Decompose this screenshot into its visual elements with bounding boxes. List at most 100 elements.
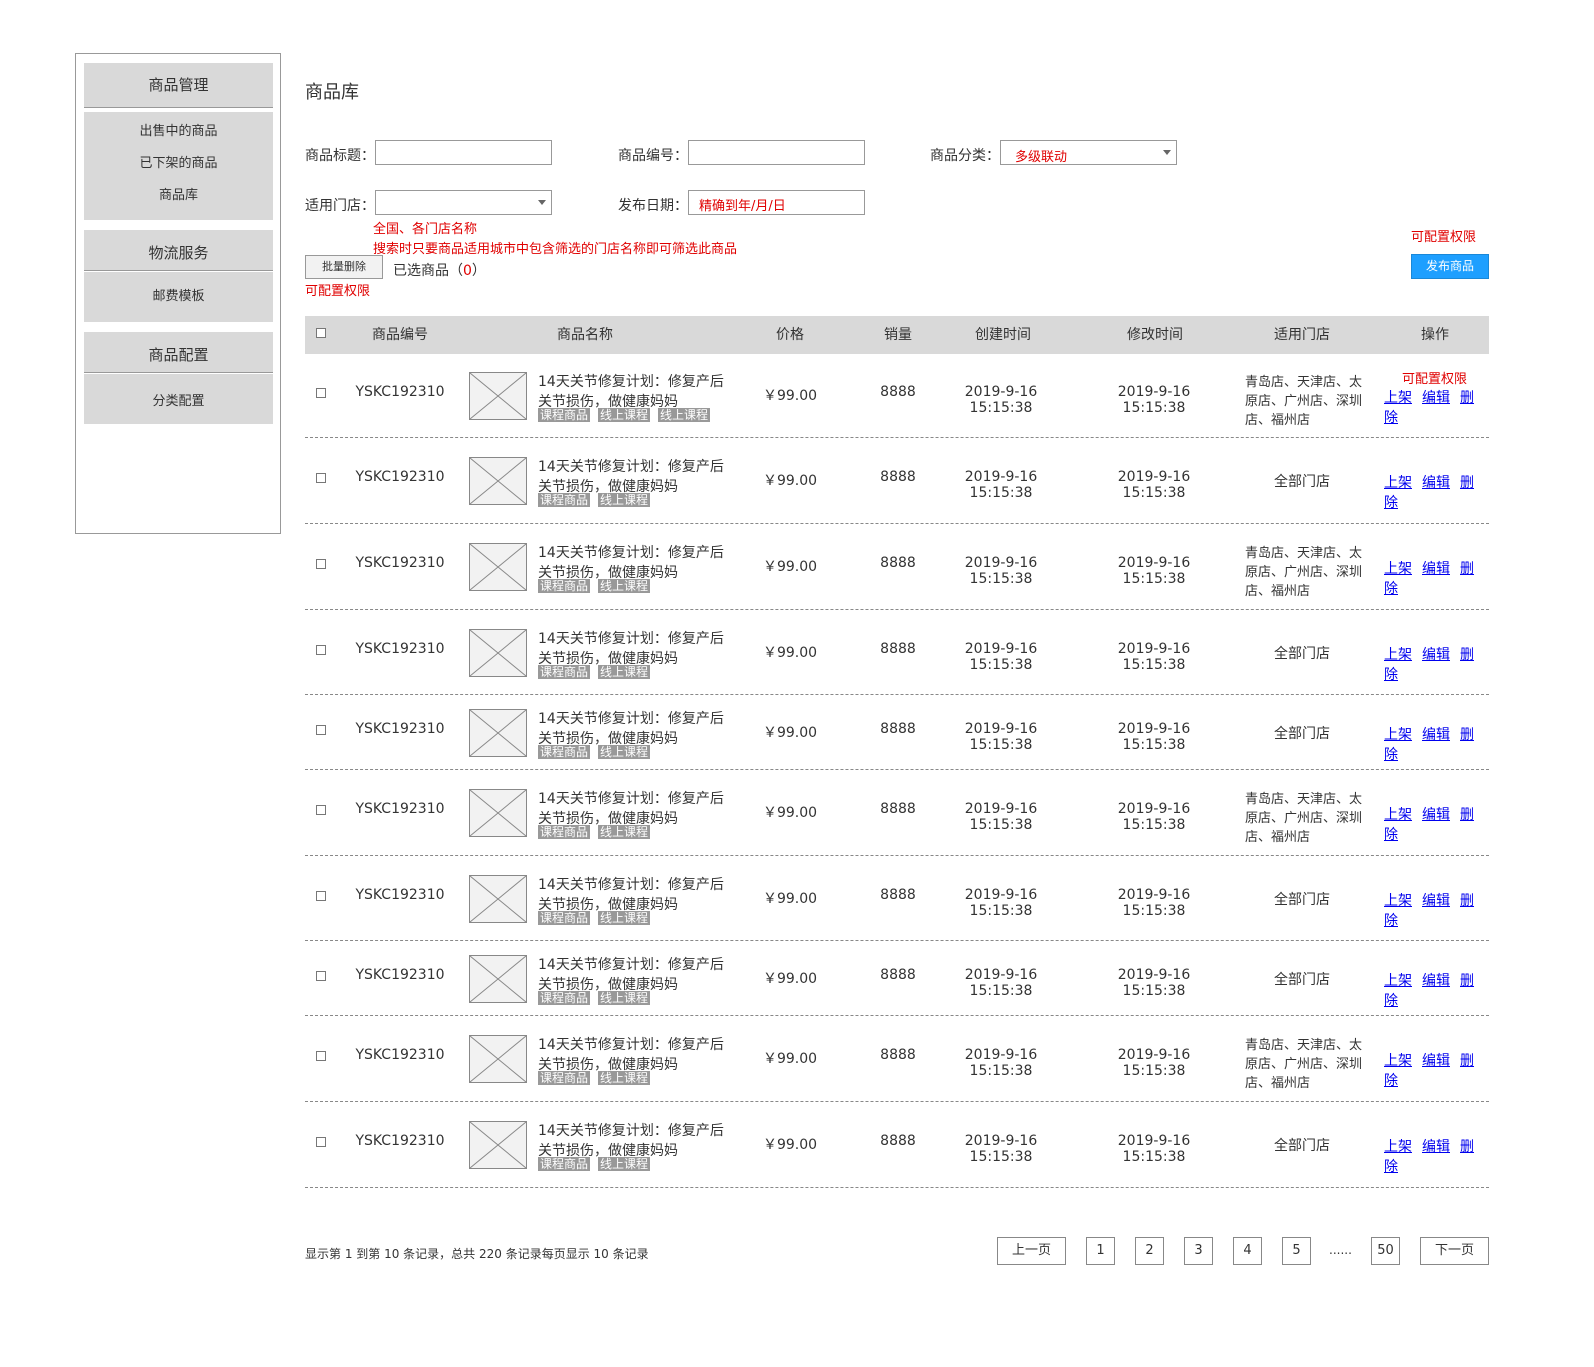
- edit-button[interactable]: 编辑: [1422, 807, 1450, 823]
- prev-page-button[interactable]: 上一页: [997, 1237, 1066, 1265]
- title-filter-label: 商品标题：: [305, 148, 375, 164]
- edit-button[interactable]: 编辑: [1422, 973, 1450, 989]
- row-checkbox[interactable]: [316, 473, 326, 483]
- sidebar-item-shipping-template[interactable]: 邮费模板: [84, 272, 273, 322]
- page-2-button[interactable]: 2: [1135, 1237, 1164, 1265]
- row-actions: 上架 编辑 删除: [1384, 472, 1489, 512]
- created-time: 2019-9-16 15:15:38: [964, 555, 1038, 587]
- store-filter-select[interactable]: [375, 190, 552, 215]
- batch-delete-button[interactable]: 批量删除: [305, 255, 383, 279]
- product-code: YSKC192310: [355, 966, 445, 983]
- category-filter-label: 商品分类：: [930, 148, 1000, 164]
- sidebar-item-on-sale[interactable]: 出售中的商品: [84, 116, 273, 148]
- edit-button[interactable]: 编辑: [1422, 727, 1450, 743]
- applicable-stores: 全部门店: [1274, 971, 1330, 988]
- product-tags: 课程商品 线上课程: [538, 825, 658, 840]
- product-name[interactable]: 14天关节修复计划：修复产后 关节损伤，做健康妈妈: [538, 1121, 728, 1161]
- list-button[interactable]: 上架: [1384, 893, 1412, 909]
- product-tags: 课程商品 线上课程: [538, 910, 658, 926]
- image-placeholder-icon: [470, 875, 526, 922]
- list-button[interactable]: 上架: [1384, 390, 1412, 406]
- product-code: YSKC192310: [355, 469, 445, 485]
- edit-button[interactable]: 编辑: [1422, 390, 1450, 406]
- edit-button[interactable]: 编辑: [1422, 893, 1450, 909]
- product-code: YSKC192310: [355, 384, 445, 400]
- product-image-placeholder: [469, 1035, 527, 1083]
- page-3-button[interactable]: 3: [1184, 1237, 1213, 1265]
- list-button[interactable]: 上架: [1384, 727, 1412, 743]
- header-code: 商品编号: [372, 327, 428, 343]
- product-name[interactable]: 14天关节修复计划：修复产后 关节损伤，做健康妈妈: [538, 875, 728, 915]
- next-page-button[interactable]: 下一页: [1420, 1237, 1489, 1265]
- row-checkbox[interactable]: [316, 805, 326, 815]
- product-name[interactable]: 14天关节修复计划：修复产后 关节损伤，做健康妈妈: [538, 372, 728, 412]
- row-checkbox[interactable]: [316, 388, 326, 398]
- publish-perm-note: 可配置权限: [1411, 230, 1477, 245]
- publish-button[interactable]: 发布商品: [1411, 254, 1489, 279]
- list-button[interactable]: 上架: [1384, 807, 1412, 823]
- product-price: ￥99.00: [762, 644, 818, 661]
- code-filter-label: 商品编号：: [618, 148, 688, 164]
- product-name-line-1: 14天关节修复计划：修复产后: [538, 1123, 724, 1139]
- product-code: YSKC192310: [355, 720, 445, 737]
- date-filter-input[interactable]: 精确到年/月/日: [688, 190, 865, 215]
- list-button[interactable]: 上架: [1384, 475, 1412, 491]
- code-filter-input[interactable]: [688, 140, 865, 165]
- page-1-button[interactable]: 1: [1086, 1237, 1115, 1265]
- product-name[interactable]: 14天关节修复计划：修复产后 关节损伤，做健康妈妈: [538, 629, 728, 669]
- image-placeholder-icon: [470, 629, 526, 676]
- image-placeholder-icon: [470, 1122, 526, 1168]
- row-checkbox[interactable]: [316, 559, 326, 569]
- created-time: 2019-9-16 15:15:38: [964, 640, 1038, 673]
- list-button[interactable]: 上架: [1384, 1139, 1412, 1155]
- product-name[interactable]: 14天关节修复计划：修复产后 关节损伤，做健康妈妈: [538, 457, 728, 497]
- page-4-button[interactable]: 4: [1233, 1237, 1262, 1265]
- modified-time: 2019-9-16 15:15:38: [1117, 720, 1191, 753]
- created-time: 2019-9-16 15:15:38: [964, 966, 1038, 999]
- product-name[interactable]: 14天关节修复计划：修复产后 关节损伤，做健康妈妈: [538, 709, 728, 749]
- list-button[interactable]: 上架: [1384, 1053, 1412, 1069]
- table-row: YSKC192310 14天关节修复计划：修复产后 关节损伤，做健康妈妈 课程商品 线上…: [305, 695, 1489, 770]
- sidebar-item-off-shelf[interactable]: 已下架的商品: [84, 148, 273, 180]
- product-name[interactable]: 14天关节修复计划：修复产后 关节损伤，做健康妈妈: [538, 1035, 728, 1075]
- title-filter-input[interactable]: [375, 140, 552, 165]
- product-name[interactable]: 14天关节修复计划：修复产后 关节损伤，做健康妈妈: [538, 955, 728, 995]
- product-price: ￥99.00: [762, 970, 818, 987]
- chevron-down-icon: [538, 200, 546, 205]
- product-price: ￥99.00: [762, 805, 818, 821]
- row-checkbox[interactable]: [316, 970, 326, 981]
- applicable-stores: 全部门店: [1274, 474, 1330, 490]
- edit-button[interactable]: 编辑: [1422, 561, 1450, 577]
- sidebar: 商品管理 出售中的商品 已下架的商品 商品库 物流服务 邮费模板 商品配置 分类…: [75, 53, 281, 534]
- product-tag: 课程商品: [538, 990, 591, 1005]
- sidebar-item-library[interactable]: 商品库: [84, 180, 273, 212]
- select-all-checkbox[interactable]: [316, 328, 326, 338]
- row-checkbox[interactable]: [316, 890, 326, 901]
- sidebar-item-category-config[interactable]: 分类配置: [84, 374, 273, 424]
- row-checkbox[interactable]: [316, 724, 326, 735]
- selected-suffix: ）: [471, 263, 486, 279]
- row-checkbox[interactable]: [316, 1137, 326, 1147]
- category-filter-value: 多级联动: [1015, 150, 1068, 165]
- edit-button[interactable]: 编辑: [1422, 1053, 1450, 1069]
- row-checkbox[interactable]: [316, 644, 326, 655]
- table-row: YSKC192310 14天关节修复计划：修复产后 关节损伤，做健康妈妈 课程商品 线上…: [305, 610, 1489, 695]
- category-filter-select[interactable]: 多级联动: [1000, 140, 1177, 165]
- product-name[interactable]: 14天关节修复计划：修复产后 关节损伤，做健康妈妈: [538, 543, 728, 583]
- image-placeholder-icon: [470, 709, 526, 756]
- row-checkbox[interactable]: [316, 1051, 326, 1061]
- edit-button[interactable]: 编辑: [1422, 475, 1450, 491]
- edit-button[interactable]: 编辑: [1422, 1139, 1450, 1155]
- list-button[interactable]: 上架: [1384, 973, 1412, 989]
- product-code: YSKC192310: [355, 1047, 445, 1063]
- list-button[interactable]: 上架: [1384, 561, 1412, 577]
- list-button[interactable]: 上架: [1384, 647, 1412, 663]
- selected-count: 0: [463, 263, 472, 279]
- edit-button[interactable]: 编辑: [1422, 647, 1450, 663]
- page-last-button[interactable]: 50: [1371, 1237, 1400, 1265]
- product-price: ￥99.00: [762, 724, 818, 741]
- image-placeholder-icon: [470, 458, 526, 504]
- product-name[interactable]: 14天关节修复计划：修复产后 关节损伤，做健康妈妈: [538, 789, 728, 829]
- page-5-button[interactable]: 5: [1282, 1237, 1311, 1265]
- created-time: 2019-9-16 15:15:38: [964, 1047, 1038, 1079]
